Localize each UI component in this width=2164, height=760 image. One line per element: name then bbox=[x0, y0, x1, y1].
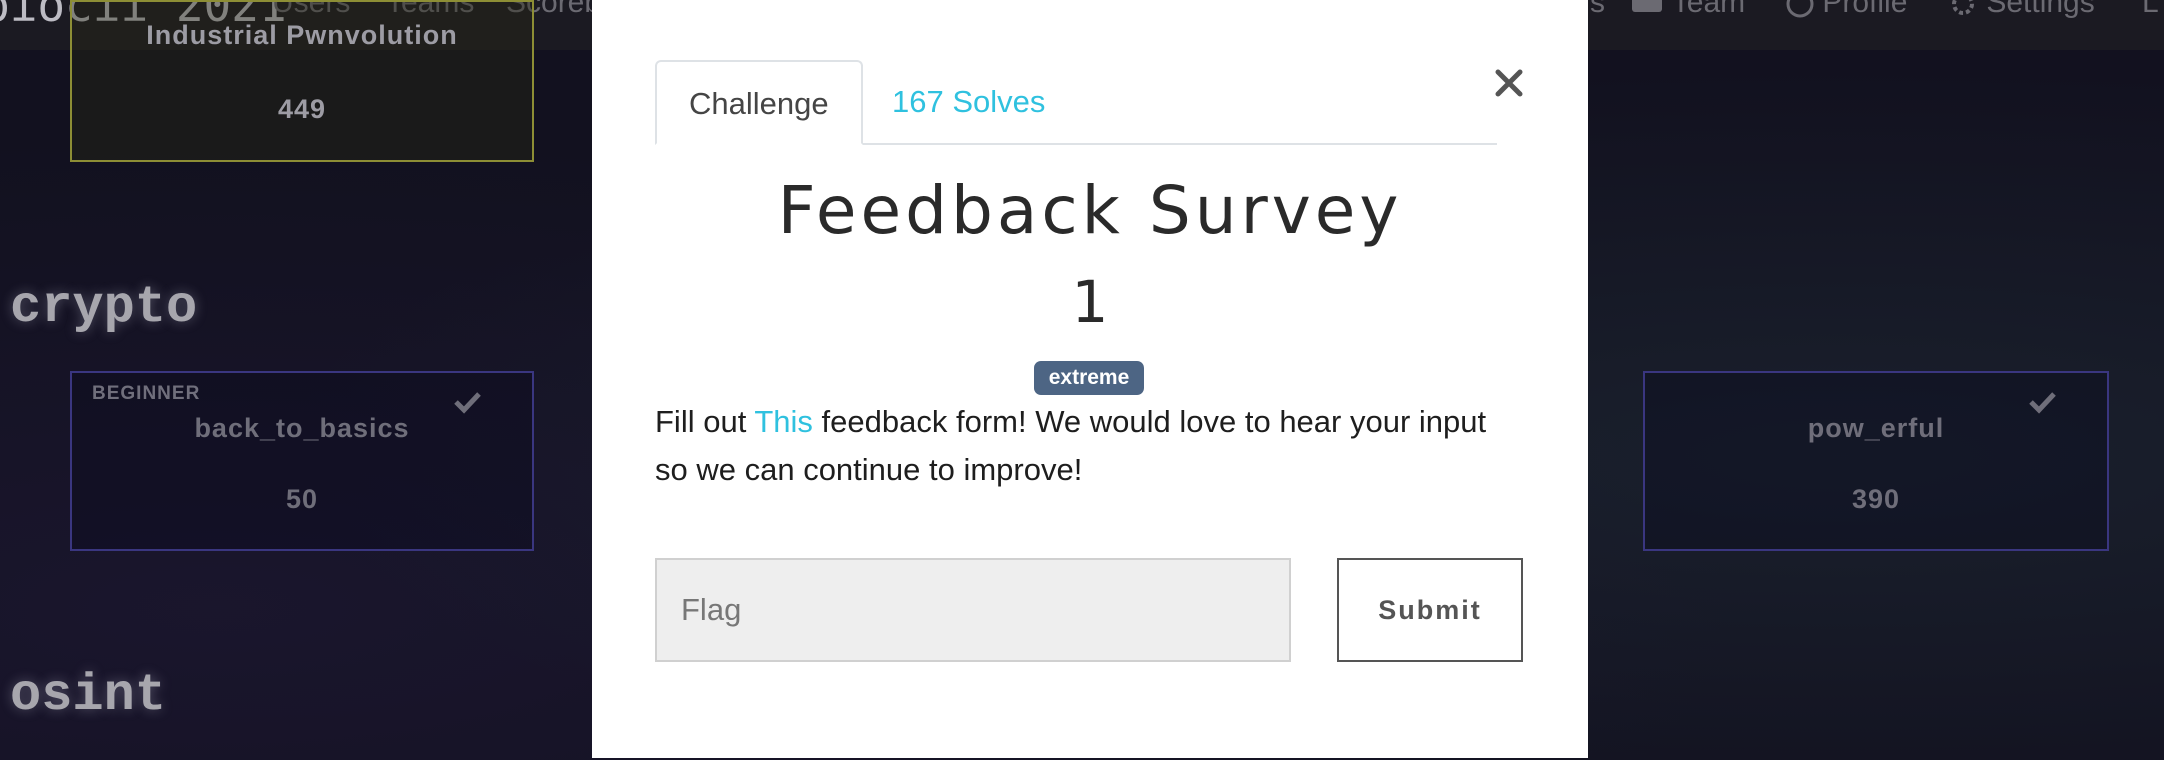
modal-tabs: Challenge 167 Solves bbox=[655, 60, 1497, 145]
close-icon[interactable] bbox=[1492, 66, 1526, 100]
card-name: Industrial Pwnvolution bbox=[146, 20, 458, 50]
nav-profile-label: Profile bbox=[1822, 0, 1908, 19]
card-value: 390 bbox=[1851, 484, 1901, 514]
difficulty-badge: extreme bbox=[1034, 361, 1144, 395]
nav-settings-label: Settings bbox=[1986, 0, 2095, 19]
gear-icon bbox=[1952, 0, 1974, 16]
challenge-modal: Challenge 167 Solves Feedback Survey 1 e… bbox=[592, 0, 1588, 758]
card-name: pow_erful bbox=[1807, 413, 1945, 443]
card-tag: BEGINNER bbox=[92, 383, 201, 404]
category-heading-osint: osint bbox=[10, 666, 167, 725]
nav-challenges[interactable]: s bbox=[1590, 0, 1605, 20]
team-icon bbox=[1632, 0, 1662, 13]
category-heading-crypto: crypto bbox=[10, 278, 198, 337]
challenge-points: 1 bbox=[1071, 268, 1109, 336]
tab-challenge[interactable]: Challenge bbox=[655, 60, 863, 145]
submit-button[interactable]: Submit bbox=[1337, 558, 1523, 662]
user-circle-icon bbox=[1786, 0, 1814, 18]
nav-settings[interactable]: Settings bbox=[1948, 0, 2095, 20]
feedback-form-link[interactable]: This bbox=[754, 404, 813, 439]
nav-profile[interactable]: Profile bbox=[1786, 0, 1907, 20]
challenge-card-industrial-pwnvolution[interactable]: Industrial Pwnvolution 449 bbox=[70, 0, 534, 162]
nav-team-label: Team bbox=[1671, 0, 1746, 19]
description-text-before: Fill out bbox=[655, 404, 755, 439]
card-value: 449 bbox=[277, 94, 327, 124]
challenge-title: Feedback Survey bbox=[777, 172, 1403, 249]
nav-logout[interactable]: L bbox=[2142, 0, 2159, 20]
challenge-card-back-to-basics[interactable]: BEGINNER back_to_basics 50 bbox=[70, 371, 534, 551]
card-value: 50 bbox=[285, 484, 319, 514]
tab-solves[interactable]: 167 Solves bbox=[860, 60, 1077, 143]
challenge-description: Fill out This feedback form! We would lo… bbox=[655, 398, 1525, 494]
challenge-card-pow-erful[interactable]: pow_erful 390 bbox=[1643, 371, 2109, 551]
flag-input[interactable] bbox=[655, 558, 1291, 662]
nav-team[interactable]: Team bbox=[1630, 0, 1745, 20]
card-name: back_to_basics bbox=[194, 413, 410, 443]
